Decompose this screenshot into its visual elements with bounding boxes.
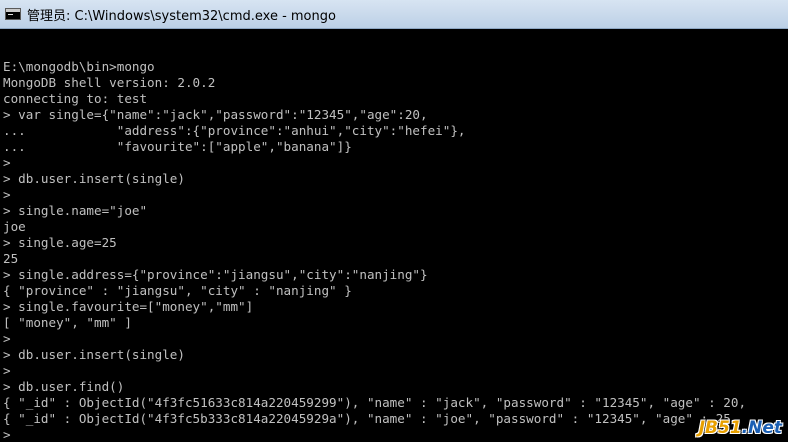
console-line: > xyxy=(3,331,11,346)
console-line: > single.name="joe" xyxy=(3,203,148,218)
console-line: > xyxy=(3,155,11,170)
window-title: 管理员: C:\Windows\system32\cmd.exe - mongo xyxy=(27,8,336,24)
console-line: > single.address={"province":"jiangsu","… xyxy=(3,267,428,282)
console-line: > single.favourite=["money","mm"] xyxy=(3,299,254,314)
console-line: > xyxy=(3,363,11,378)
console-line: > db.user.insert(single) xyxy=(3,171,185,186)
watermark-text-net: .Net xyxy=(741,418,782,438)
console-line: > xyxy=(3,427,11,442)
console-line: E:\mongodb\bin>mongo xyxy=(3,59,155,74)
cmd-window: 管理员: C:\Windows\system32\cmd.exe - mongo… xyxy=(0,0,788,442)
console-line: 25 xyxy=(3,251,19,266)
console-line: connecting to: test xyxy=(3,91,148,106)
console-line: { "province" : "jiangsu", "city" : "nanj… xyxy=(3,283,352,298)
console-line: > single.age=25 xyxy=(3,235,117,250)
console-line: > var single={"name":"jack","password":"… xyxy=(3,107,428,122)
console-line: joe xyxy=(3,219,26,234)
site-watermark: JB51.Net xyxy=(699,418,782,438)
title-bar[interactable]: 管理员: C:\Windows\system32\cmd.exe - mongo xyxy=(0,0,788,29)
console-line: MongoDB shell version: 2.0.2 xyxy=(3,75,216,90)
console-line: > db.user.insert(single) xyxy=(3,347,185,362)
console-line: > db.user.find() xyxy=(3,379,125,394)
cmd-icon xyxy=(5,8,21,20)
console-line: { "_id" : ObjectId("4f3fc5b333c814a22045… xyxy=(3,411,739,426)
watermark-text-jb51: JB51 xyxy=(698,418,742,438)
console-line: { "_id" : ObjectId("4f3fc51633c814a22045… xyxy=(3,395,747,410)
console-line: > xyxy=(3,187,11,202)
console-line: [ "money", "mm" ] xyxy=(3,315,132,330)
console-output[interactable]: E:\mongodb\bin>mongo MongoDB shell versio… xyxy=(0,43,788,442)
console-line: ... "address":{"province":"anhui","city"… xyxy=(3,123,466,138)
console-line: ... "favourite":["apple","banana"]} xyxy=(3,139,352,154)
